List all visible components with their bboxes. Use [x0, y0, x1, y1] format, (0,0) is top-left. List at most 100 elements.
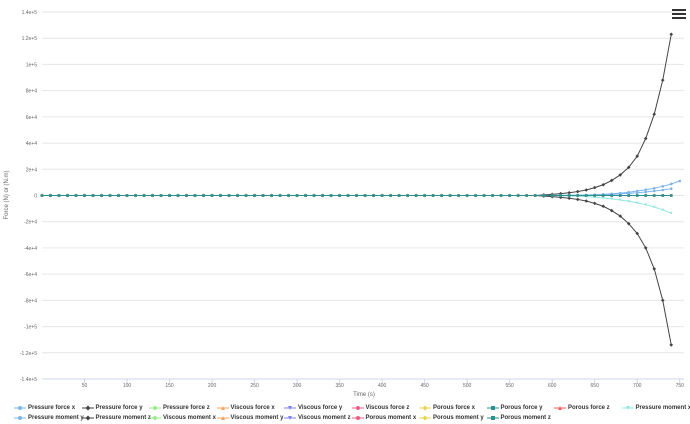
data-point[interactable] [253, 194, 256, 197]
data-point[interactable] [49, 194, 52, 197]
data-point[interactable] [330, 194, 333, 197]
data-point[interactable] [304, 194, 307, 197]
legend-item[interactable]: Viscous moment z [284, 414, 351, 422]
data-point[interactable] [262, 194, 265, 197]
data-point[interactable] [517, 194, 520, 197]
data-point[interactable] [449, 194, 452, 197]
data-point[interactable] [168, 194, 171, 197]
data-point[interactable] [619, 194, 622, 197]
data-point[interactable] [194, 194, 197, 197]
data-point[interactable] [228, 194, 231, 197]
legend-item[interactable]: Pressure force z [149, 404, 210, 412]
data-point[interactable] [678, 180, 681, 183]
data-point[interactable] [644, 191, 647, 194]
data-point[interactable] [270, 194, 273, 197]
legend-item[interactable]: Pressure force x [14, 404, 75, 412]
data-point[interactable] [364, 194, 367, 197]
data-point[interactable] [636, 191, 639, 194]
data-point[interactable] [313, 194, 316, 197]
data-point[interactable] [415, 194, 418, 197]
data-point[interactable] [585, 194, 588, 197]
data-point[interactable] [177, 194, 180, 197]
series-porous-moment-z[interactable] [41, 194, 673, 197]
data-point[interactable] [126, 194, 129, 197]
data-point[interactable] [279, 194, 282, 197]
legend-item[interactable]: Porous force x [419, 404, 475, 412]
data-point[interactable] [381, 194, 384, 197]
data-point[interactable] [151, 194, 154, 197]
data-point[interactable] [559, 194, 562, 197]
data-point[interactable] [143, 194, 146, 197]
data-point[interactable] [483, 194, 486, 197]
data-point[interactable] [551, 194, 554, 197]
data-point[interactable] [670, 194, 673, 197]
data-point[interactable] [653, 194, 656, 197]
data-point[interactable] [491, 194, 494, 197]
data-point[interactable] [636, 194, 639, 197]
data-point[interactable] [644, 194, 647, 197]
data-point[interactable] [287, 194, 290, 197]
legend-item[interactable]: Porous moment z [487, 414, 551, 422]
data-point[interactable] [398, 194, 401, 197]
data-point[interactable] [160, 194, 163, 197]
data-point[interactable] [92, 194, 95, 197]
data-point[interactable] [644, 188, 647, 191]
data-point[interactable] [601, 204, 605, 208]
legend-item[interactable]: Porous moment y [419, 414, 484, 422]
data-point[interactable] [576, 198, 580, 202]
data-point[interactable] [576, 190, 580, 194]
data-point[interactable] [661, 189, 664, 192]
data-point[interactable] [568, 194, 571, 197]
data-point[interactable] [134, 194, 137, 197]
data-point[interactable] [644, 137, 648, 141]
data-point[interactable] [584, 188, 588, 192]
data-point[interactable] [100, 194, 103, 197]
data-point[interactable] [372, 194, 375, 197]
data-point[interactable] [627, 194, 630, 197]
data-point[interactable] [576, 194, 579, 197]
legend-item[interactable]: Viscous force y [284, 404, 342, 412]
data-point[interactable] [474, 194, 477, 197]
chart-menu-icon[interactable] [672, 9, 686, 21]
data-point[interactable] [593, 202, 597, 206]
data-point[interactable] [602, 194, 605, 197]
data-point[interactable] [355, 194, 358, 197]
data-point[interactable] [109, 194, 112, 197]
data-point[interactable] [245, 194, 248, 197]
data-point[interactable] [500, 194, 503, 197]
data-point[interactable] [185, 194, 188, 197]
data-point[interactable] [669, 32, 673, 36]
data-point[interactable] [75, 194, 78, 197]
legend-item[interactable]: Porous moment x [352, 414, 417, 422]
data-point[interactable] [236, 194, 239, 197]
data-point[interactable] [601, 183, 605, 187]
data-point[interactable] [593, 194, 596, 197]
legend-item[interactable]: Viscous moment y [217, 414, 284, 422]
legend-item[interactable]: Viscous force z [352, 404, 410, 412]
data-point[interactable] [670, 187, 673, 190]
legend-item[interactable]: Porous force z [554, 404, 610, 412]
data-point[interactable] [423, 194, 426, 197]
data-point[interactable] [432, 194, 435, 197]
data-point[interactable] [219, 194, 222, 197]
data-point[interactable] [406, 194, 409, 197]
data-point[interactable] [593, 186, 597, 190]
data-point[interactable] [41, 194, 44, 197]
legend-item[interactable]: Viscous force x [217, 404, 275, 412]
data-point[interactable] [457, 194, 460, 197]
data-point[interactable] [296, 194, 299, 197]
data-point[interactable] [508, 194, 511, 197]
data-point[interactable] [653, 190, 656, 193]
data-point[interactable] [584, 199, 588, 203]
data-point[interactable] [661, 194, 664, 197]
data-point[interactable] [338, 194, 341, 197]
legend-item[interactable]: Pressure force y [82, 404, 143, 412]
data-point[interactable] [542, 194, 545, 197]
data-point[interactable] [661, 185, 664, 188]
data-point[interactable] [58, 194, 61, 197]
legend-item[interactable]: Viscous moment x [149, 414, 216, 422]
legend-item[interactable]: Pressure moment y [14, 414, 84, 422]
data-point[interactable] [661, 78, 665, 82]
data-point[interactable] [670, 183, 673, 186]
data-point[interactable] [440, 194, 443, 197]
